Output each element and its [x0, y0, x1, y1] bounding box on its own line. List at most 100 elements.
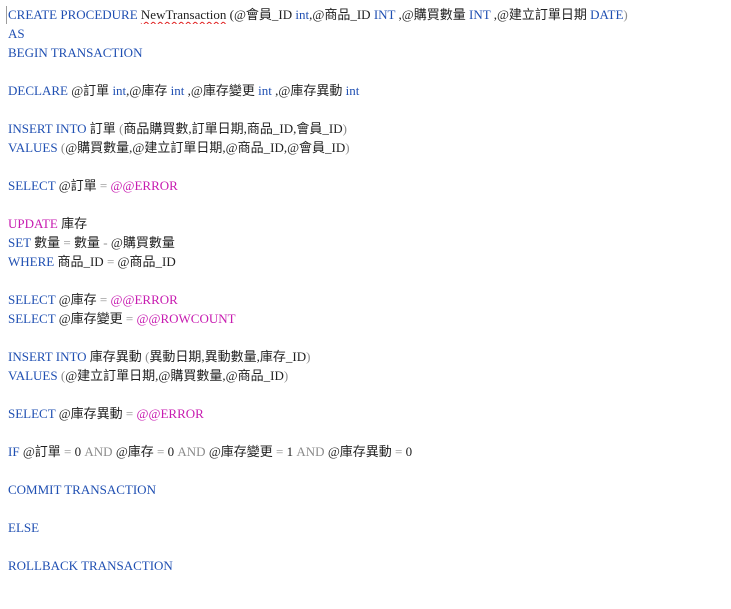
code-token: ,@庫存變更: [184, 83, 259, 98]
code-token: 數量: [74, 235, 104, 250]
code-token: =: [157, 444, 168, 459]
code-token: =: [106, 254, 118, 269]
code-line[interactable]: [8, 157, 721, 176]
code-token: 庫存: [61, 216, 88, 231]
code-line[interactable]: [8, 62, 721, 81]
code-token: ): [623, 7, 628, 22]
code-token: SELECT: [8, 406, 59, 421]
code-token: INT: [373, 7, 396, 22]
code-token: BEGIN TRANSACTION: [8, 45, 143, 60]
code-token: ,@商品_ID: [309, 7, 374, 22]
code-token: AS: [8, 26, 25, 41]
code-line[interactable]: [8, 499, 721, 518]
code-line[interactable]: ELSE: [8, 518, 721, 537]
code-token: SELECT: [8, 292, 59, 307]
code-token: =: [125, 311, 137, 326]
code-token: @@ERROR: [110, 178, 178, 193]
code-token: =: [99, 292, 111, 307]
code-token: ): [306, 349, 311, 364]
code-token: INSERT INTO: [8, 349, 90, 364]
code-token: @庫存異動: [58, 406, 126, 421]
code-token: SELECT: [8, 178, 59, 193]
code-token: 1: [286, 444, 297, 459]
code-line[interactable]: SELECT @庫存 = @@ERROR: [8, 290, 721, 309]
sql-query-editor[interactable]: CREATE PROCEDURE NewTransaction (@會員_ID …: [0, 0, 731, 609]
code-line[interactable]: SET 數量 = 數量 - @購買數量: [8, 233, 721, 252]
code-token: int: [170, 83, 185, 98]
text-cursor: [6, 6, 7, 24]
code-line[interactable]: UPDATE 庫存: [8, 214, 721, 233]
code-token: ,@建立訂單日期: [490, 7, 591, 22]
code-token: 0: [405, 444, 413, 459]
code-token: INT: [469, 7, 491, 22]
code-line[interactable]: IF @訂單 = 0 AND @庫存 = 0 AND @庫存變更 = 1 AND…: [8, 442, 721, 461]
code-token: int: [258, 83, 272, 98]
code-token: ,@庫存: [126, 83, 171, 98]
code-token: AND: [296, 444, 328, 459]
code-token: @購買數量: [110, 235, 175, 250]
code-token: @訂單: [71, 83, 113, 98]
code-line[interactable]: SELECT @訂單 = @@ERROR: [8, 176, 721, 195]
code-token: @庫存: [58, 292, 100, 307]
code-token: @庫存變更: [58, 311, 126, 326]
code-line[interactable]: [8, 328, 721, 347]
code-token: 0: [74, 444, 85, 459]
code-token: -: [103, 235, 111, 250]
code-token: =: [63, 235, 74, 250]
code-line[interactable]: CREATE PROCEDURE NewTransaction (@會員_ID …: [8, 5, 721, 24]
code-token: @商品_ID: [117, 254, 176, 269]
code-line[interactable]: DECLARE @訂單 int,@庫存 int ,@庫存變更 int ,@庫存異…: [8, 81, 721, 100]
code-line[interactable]: SELECT @庫存變更 = @@ROWCOUNT: [8, 309, 721, 328]
code-token: WHERE: [8, 254, 58, 269]
code-token: @庫存變更: [208, 444, 277, 459]
code-token: INSERT INTO: [8, 121, 90, 136]
code-line[interactable]: INSERT INTO 訂單 (商品購買數,訂單日期,商品_ID,會員_ID): [8, 119, 721, 138]
code-token: UPDATE: [8, 216, 62, 231]
code-token: =: [395, 444, 406, 459]
code-token: ,@購買數量: [395, 7, 469, 22]
code-token: 商品_ID: [57, 254, 107, 269]
code-line[interactable]: [8, 423, 721, 442]
code-line[interactable]: [8, 100, 721, 119]
code-token: 訂單: [89, 121, 120, 136]
code-token: DATE: [590, 7, 624, 22]
code-line[interactable]: [8, 271, 721, 290]
code-token: 數量: [34, 235, 64, 250]
code-token: 0: [167, 444, 178, 459]
code-token: DECLARE: [8, 83, 72, 98]
code-token: =: [276, 444, 287, 459]
code-line[interactable]: SELECT @庫存異動 = @@ERROR: [8, 404, 721, 423]
code-line[interactable]: AS: [8, 24, 721, 43]
code-token: SET: [8, 235, 35, 250]
code-token: IF: [8, 444, 23, 459]
code-line[interactable]: [8, 385, 721, 404]
code-token: COMMIT TRANSACTION: [8, 482, 156, 497]
code-token: @購買數量,@建立訂單日期,@商品_ID,@會員_ID: [65, 140, 346, 155]
code-line[interactable]: INSERT INTO 庫存異動 (異動日期,異動數量,庫存_ID): [8, 347, 721, 366]
code-line[interactable]: COMMIT TRANSACTION: [8, 480, 721, 499]
code-token: ): [345, 140, 350, 155]
code-line[interactable]: ROLLBACK TRANSACTION: [8, 556, 721, 575]
code-token: (@會員_ID: [226, 7, 296, 22]
code-line[interactable]: VALUES (@購買數量,@建立訂單日期,@商品_ID,@會員_ID): [8, 138, 721, 157]
code-line[interactable]: BEGIN TRANSACTION: [8, 43, 721, 62]
code-token: =: [125, 406, 137, 421]
code-token: VALUES: [8, 368, 61, 383]
code-token: int: [295, 7, 310, 22]
code-line[interactable]: WHERE 商品_ID = @商品_ID: [8, 252, 721, 271]
code-token: @@ROWCOUNT: [136, 311, 236, 326]
code-token: =: [99, 178, 111, 193]
code-line[interactable]: [8, 537, 721, 556]
code-line[interactable]: VALUES (@建立訂單日期,@購買數量,@商品_ID): [8, 366, 721, 385]
code-token: VALUES: [8, 140, 61, 155]
code-token: @庫存異動: [327, 444, 396, 459]
code-token: 異動日期,異動數量,庫存_ID: [149, 349, 307, 364]
code-line[interactable]: [8, 461, 721, 480]
code-token: 庫存異動: [89, 349, 146, 364]
code-token: ): [342, 121, 347, 136]
code-token: AND: [177, 444, 209, 459]
code-token: @訂單: [58, 178, 100, 193]
code-token: ): [283, 368, 289, 383]
code-text-area[interactable]: CREATE PROCEDURE NewTransaction (@會員_ID …: [8, 5, 721, 575]
code-line[interactable]: [8, 195, 721, 214]
